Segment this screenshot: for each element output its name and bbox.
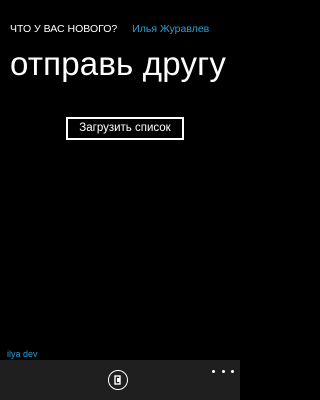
ellipsis-icon xyxy=(221,369,225,373)
more-button[interactable] xyxy=(212,364,234,378)
ellipsis-icon xyxy=(231,369,234,373)
pivot-header: ЧТО У ВАС НОВОГО? Илья Журавлев xyxy=(10,22,236,36)
app-bar xyxy=(0,360,240,400)
footer-label: ilya dev xyxy=(7,349,38,359)
ellipsis-icon xyxy=(212,369,215,373)
load-list-button[interactable]: Загрузить список xyxy=(66,117,184,140)
app-bar-send-button[interactable] xyxy=(108,370,128,390)
send-icon xyxy=(114,375,121,385)
app-title: ЧТО У ВАС НОВОГО? xyxy=(10,23,118,35)
page-title: отправь другу xyxy=(10,45,227,82)
user-name[interactable]: Илья Журавлев xyxy=(132,23,209,35)
